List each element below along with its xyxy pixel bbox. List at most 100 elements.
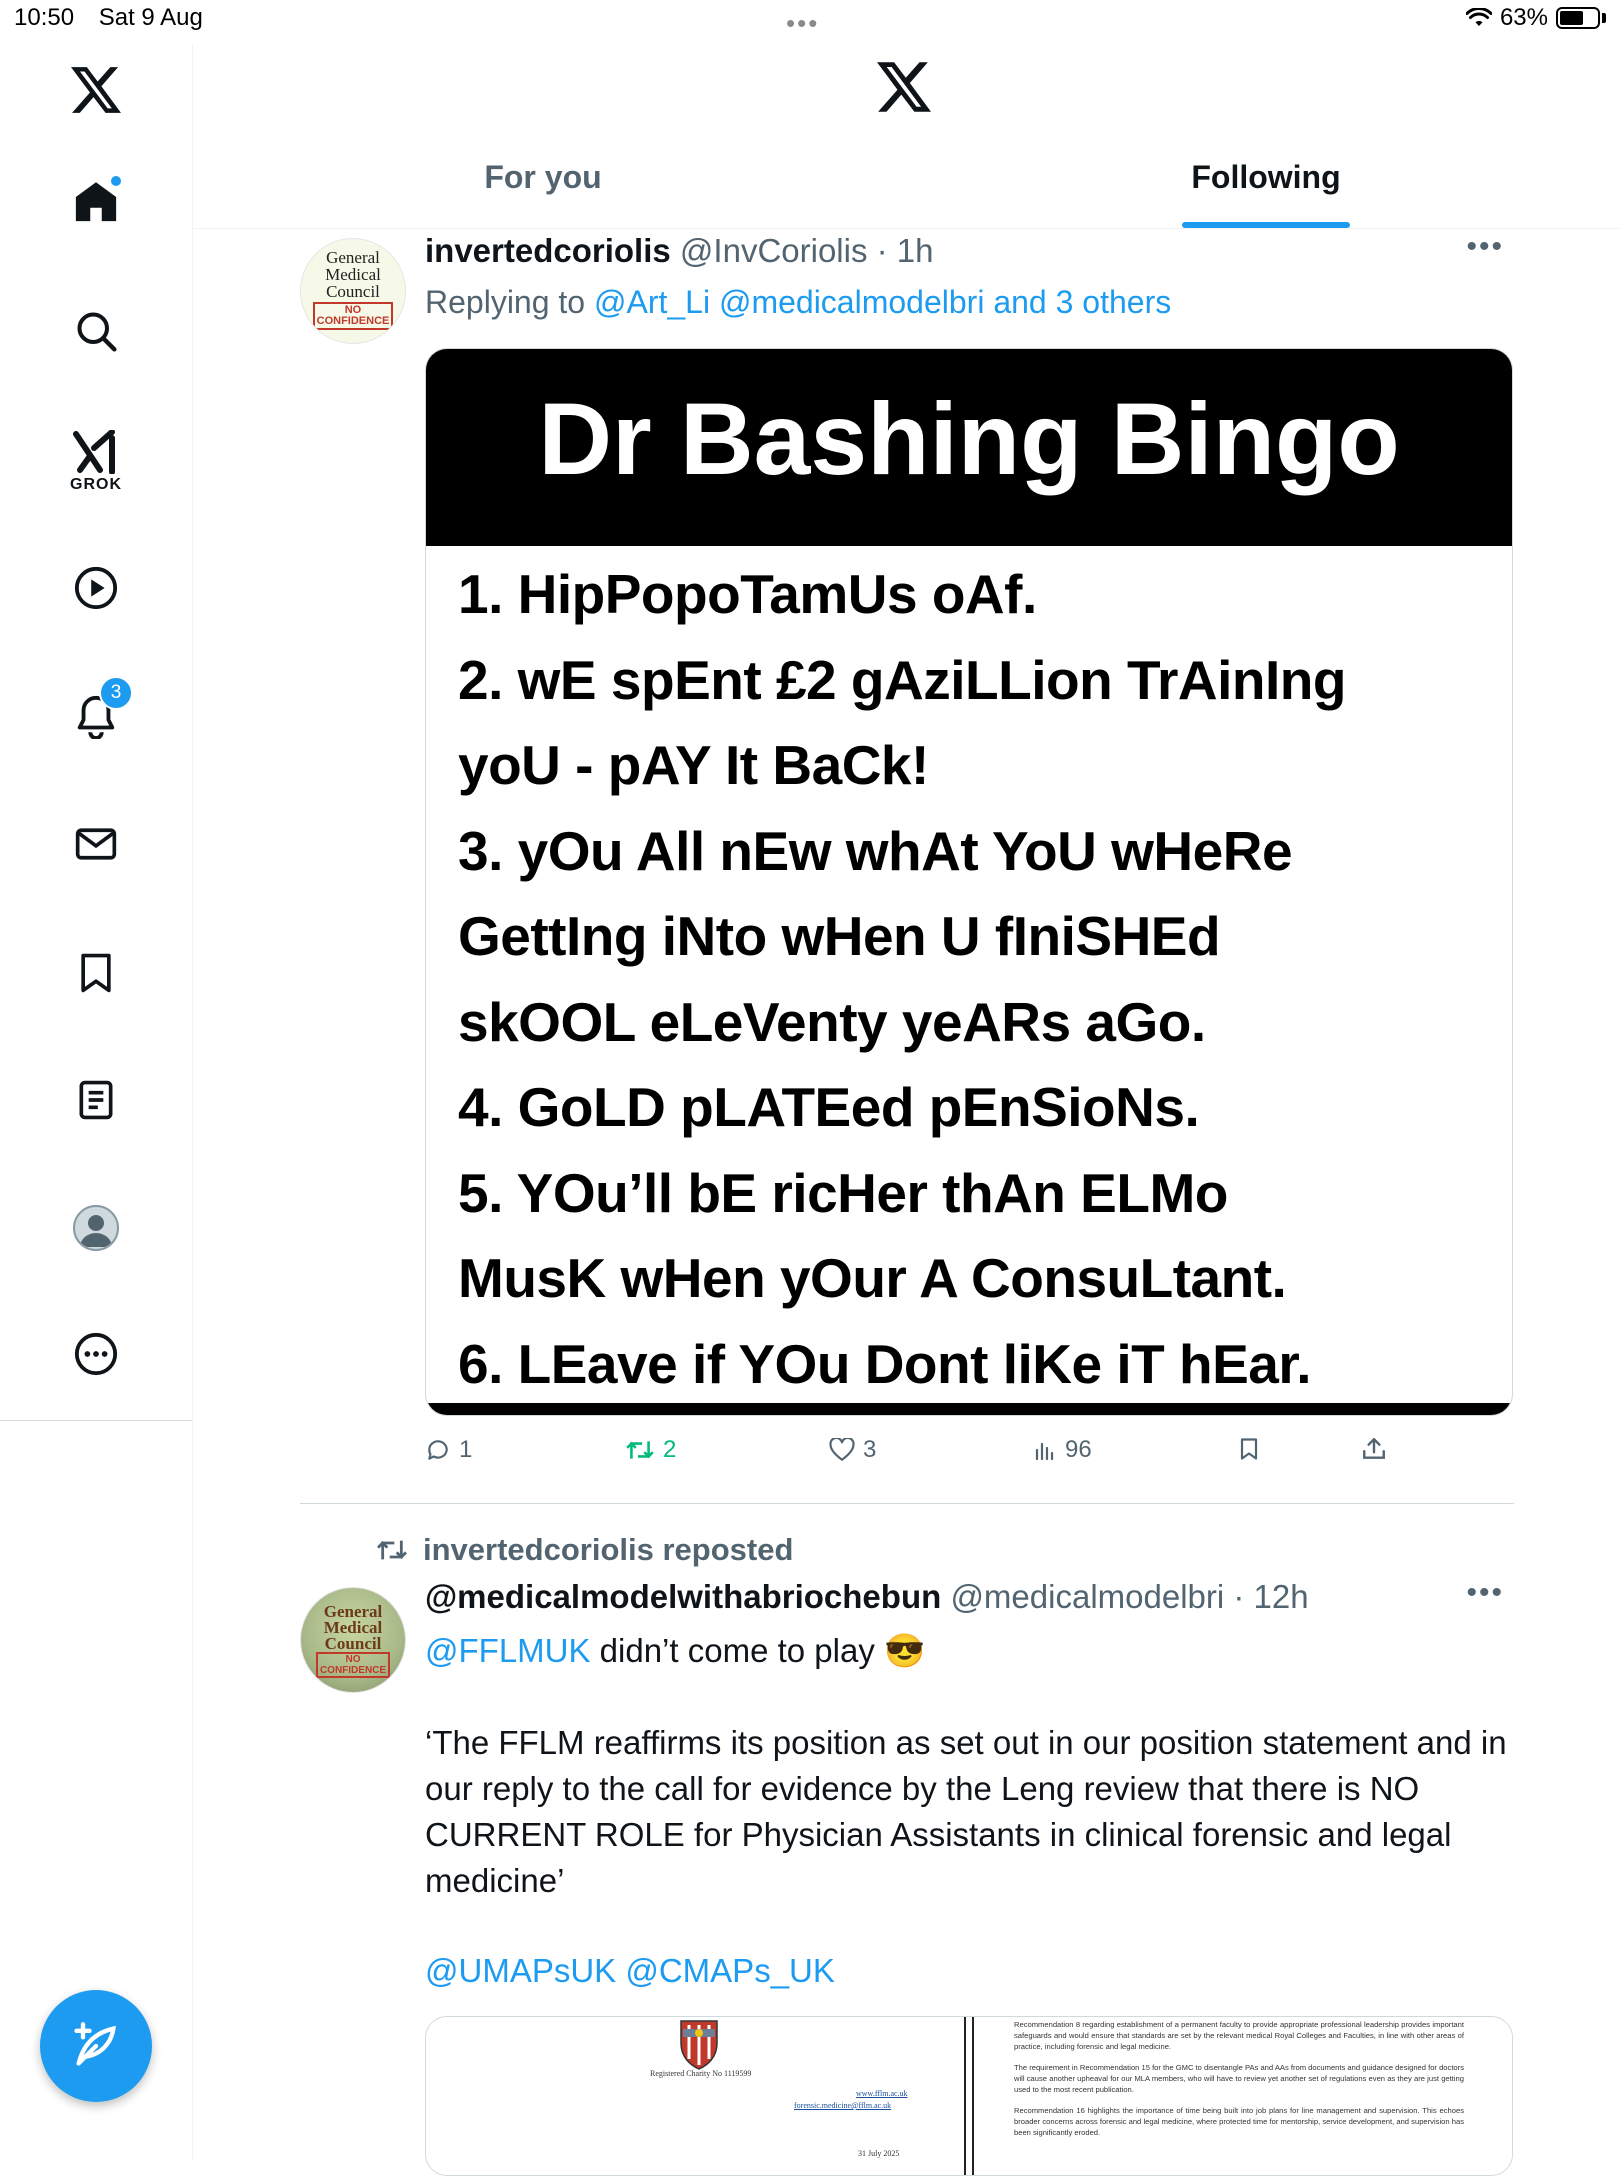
home-unread-dot bbox=[111, 176, 121, 186]
nav-profile[interactable] bbox=[56, 1188, 136, 1268]
image-bottom-bar bbox=[426, 1403, 1512, 1415]
nav-more[interactable] bbox=[56, 1314, 136, 1394]
tab-for-you[interactable]: For you bbox=[443, 159, 643, 228]
header-x-logo[interactable] bbox=[877, 62, 931, 117]
left-nav: GROK 3 bbox=[0, 44, 193, 2160]
stamp-line: NO bbox=[345, 1654, 361, 1665]
doc-paragraph: The requirement in Recommendation 15 for… bbox=[1014, 2063, 1464, 2094]
profile-icon bbox=[73, 1205, 119, 1251]
document-page-left[interactable]: Registered Charity No 1119599 www.fflm.a… bbox=[426, 2017, 966, 2175]
repost-indicator: invertedcoriolis reposted bbox=[375, 1532, 793, 1568]
nav-notifications[interactable]: 3 bbox=[56, 676, 136, 756]
tweet[interactable]: General Medical Council NO CONFIDENCE in… bbox=[300, 230, 1514, 1498]
user-handle[interactable]: @medicalmodelbri bbox=[950, 1578, 1224, 1615]
video-icon bbox=[74, 566, 118, 610]
image-line: 4. GoLD pLATEed pEnSioNs. bbox=[458, 1076, 1200, 1138]
gmc-logo: General Medical Council NO CONFIDENCE bbox=[301, 1588, 405, 1678]
battery-percent: 63% bbox=[1499, 4, 1548, 31]
image-title: Dr Bashing Bingo bbox=[426, 349, 1512, 546]
tab-following-label: Following bbox=[1191, 159, 1341, 195]
multitask-dots-icon[interactable]: ••• bbox=[786, 8, 819, 39]
image-line: 3. yOu All nEw whAt YoU wHeRe bbox=[458, 819, 1293, 882]
status-left: 10:50 Sat 9 Aug bbox=[14, 4, 221, 32]
repost-icon bbox=[377, 1540, 407, 1560]
battery-icon bbox=[1556, 7, 1600, 29]
replying-prefix: Replying to bbox=[425, 284, 594, 320]
avatar-line: General bbox=[326, 248, 380, 267]
repost-button[interactable]: 2 bbox=[625, 1436, 676, 1464]
nav-divider bbox=[0, 1420, 192, 1421]
nav-x-logo[interactable] bbox=[56, 50, 136, 130]
grok-icon bbox=[73, 430, 115, 474]
replying-to-users[interactable]: @Art_Li @medicalmodelbri and 3 others bbox=[594, 284, 1171, 320]
bookmark-button[interactable] bbox=[1237, 1436, 1261, 1462]
doc-date: 31 July 2025 bbox=[858, 2149, 900, 2158]
tweet-header: @medicalmodelwithabriochebun @medicalmod… bbox=[425, 1578, 1309, 1616]
tweet-text: @FFLMUK didn’t come to play 😎 bbox=[425, 1628, 1525, 1674]
tweet-images[interactable]: Registered Charity No 1119599 www.fflm.a… bbox=[425, 2016, 1513, 2176]
display-name[interactable]: invertedcoriolis bbox=[425, 232, 671, 269]
no-confidence-stamp: NO CONFIDENCE bbox=[312, 302, 394, 330]
compose-button[interactable] bbox=[40, 1990, 152, 2102]
mention-links[interactable]: @UMAPsUK @CMAPs_UK bbox=[425, 1952, 835, 1989]
nav-search[interactable] bbox=[56, 291, 136, 371]
image-line: MusK wHen yOur A ConsuLtant. bbox=[458, 1247, 1287, 1309]
share-button[interactable] bbox=[1361, 1436, 1387, 1462]
doc-paragraph: Recommendation 8 regarding establishment… bbox=[1014, 2020, 1464, 2051]
document-page-right[interactable]: Recommendation 8 regarding establishment… bbox=[972, 2017, 1512, 2175]
home-icon bbox=[75, 182, 117, 222]
list-icon bbox=[79, 1080, 113, 1120]
views-button[interactable]: 96 bbox=[1033, 1436, 1092, 1464]
tab-following[interactable]: Following bbox=[1166, 159, 1366, 228]
nav-home[interactable] bbox=[56, 162, 136, 242]
x-logo-icon bbox=[877, 62, 931, 112]
nav-messages[interactable] bbox=[56, 804, 136, 884]
tweet-divider bbox=[300, 1503, 1514, 1504]
image-line: 6. LEave if YOu Dont liKe iT hEar. bbox=[458, 1332, 1312, 1395]
user-handle[interactable]: @InvCoriolis bbox=[680, 232, 868, 269]
doc-paragraph: Recommendation 16 highlights the importa… bbox=[1014, 2106, 1464, 2137]
tweet-quote-text: ‘The FFLM reaffirms its position as set … bbox=[425, 1724, 1507, 1899]
repost-icon bbox=[626, 1441, 654, 1459]
charity-number: Registered Charity No 1119599 bbox=[650, 2069, 752, 2078]
battery-cap bbox=[1602, 13, 1606, 23]
stamp-line: CONFIDENCE bbox=[316, 315, 390, 327]
status-time: 10:50 bbox=[14, 4, 75, 31]
like-button[interactable]: 3 bbox=[829, 1436, 876, 1464]
tweet[interactable]: invertedcoriolis reposted General Medica… bbox=[300, 1532, 1514, 2176]
timeline-header: For you Following bbox=[193, 44, 1620, 229]
status-date: Sat 9 Aug bbox=[98, 4, 203, 31]
more-options-icon[interactable]: ••• bbox=[1466, 230, 1504, 264]
avatar-line: Council bbox=[326, 282, 380, 301]
avatar[interactable]: General Medical Council NO CONFIDENCE bbox=[300, 1587, 406, 1693]
image-line: 2. wE spEnt £2 gAziLLion TrAinIng bbox=[458, 648, 1347, 711]
battery-fill bbox=[1560, 11, 1583, 25]
tweet-time[interactable]: · 12h bbox=[1233, 1578, 1308, 1615]
repost-label[interactable]: invertedcoriolis reposted bbox=[423, 1532, 793, 1568]
tweet-time[interactable]: · 1h bbox=[877, 232, 934, 269]
tweet-header: invertedcoriolis @InvCoriolis · 1h bbox=[425, 232, 934, 270]
display-name[interactable]: @medicalmodelwithabriochebun bbox=[425, 1578, 941, 1615]
grok-label: GROK bbox=[70, 476, 122, 493]
more-options-icon[interactable]: ••• bbox=[1466, 1576, 1504, 1610]
avatar-line: Medical bbox=[325, 265, 381, 284]
repost-count: 2 bbox=[663, 1436, 677, 1463]
nav-bookmarks[interactable] bbox=[56, 933, 136, 1013]
image-line: 1. HipPopoTamUs oAf. bbox=[458, 563, 1037, 625]
stamp-line: CONFIDENCE bbox=[319, 1665, 387, 1676]
replying-to-line: Replying to @Art_Li @medicalmodelbri and… bbox=[425, 284, 1171, 321]
nav-video[interactable] bbox=[56, 548, 136, 628]
tab-for-you-label: For you bbox=[484, 159, 602, 195]
reply-button[interactable]: 1 bbox=[425, 1436, 472, 1464]
avatar[interactable]: General Medical Council NO CONFIDENCE bbox=[300, 238, 406, 344]
tweet-image[interactable]: Dr Bashing Bingo 1. HipPopoTamUs oAf. 2.… bbox=[425, 348, 1513, 1416]
status-right: 63% bbox=[1465, 4, 1606, 32]
image-list: 1. HipPopoTamUs oAf. 2. wE spEnt £2 gAzi… bbox=[426, 546, 1512, 1407]
mention-link[interactable]: @FFLMUK bbox=[425, 1632, 591, 1669]
image-line: 5. YOu’ll bE ricHer thAn ELMo bbox=[458, 1161, 1228, 1224]
nav-grok[interactable]: GROK bbox=[56, 422, 136, 502]
tweet-actions: 1 2 3 96 bbox=[425, 1436, 1425, 1476]
nav-lists[interactable] bbox=[56, 1060, 136, 1140]
wifi-icon bbox=[1465, 8, 1492, 26]
reply-icon bbox=[428, 1440, 448, 1460]
